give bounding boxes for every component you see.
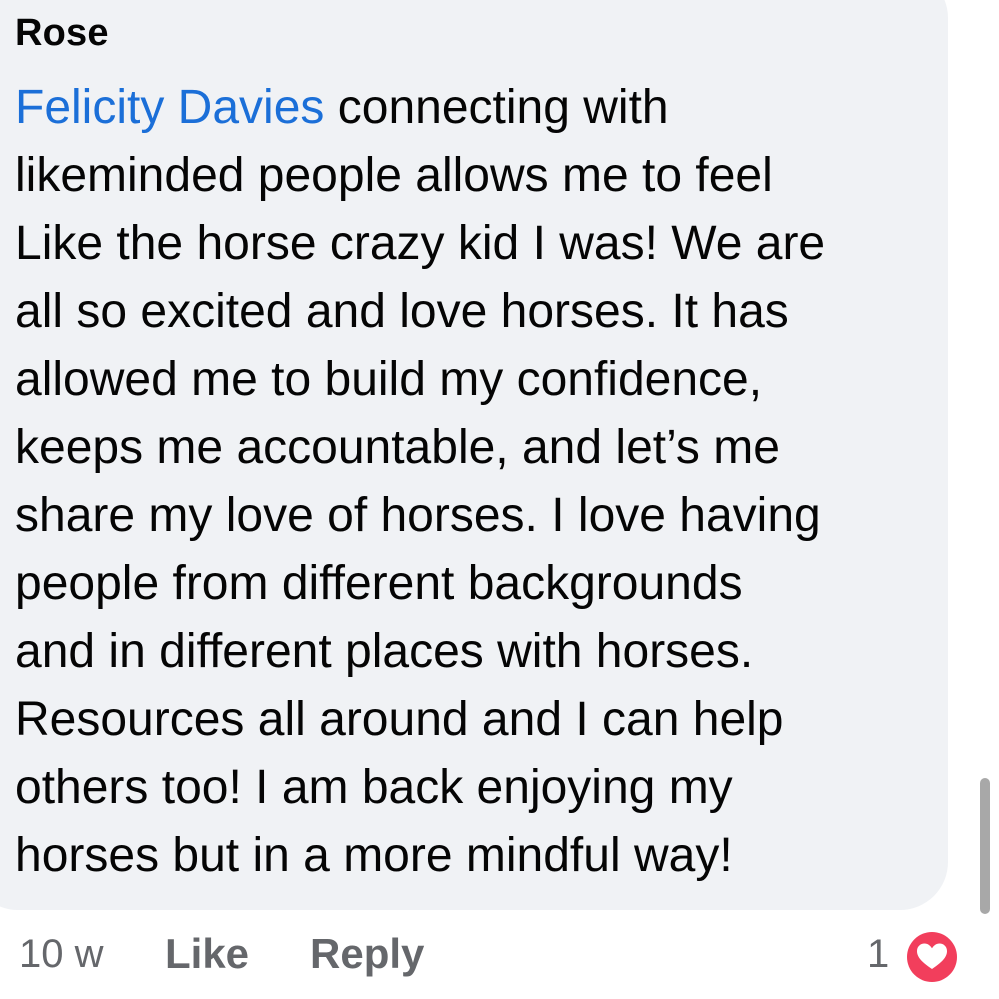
like-button[interactable]: Like	[165, 930, 249, 978]
comment-body: Felicity Davies connecting with likemind…	[15, 74, 935, 890]
comment-text-line: connecting with	[324, 81, 669, 134]
comment-text-line: likeminded people allows me to feel	[15, 149, 773, 202]
comment-timestamp[interactable]: 10 w	[19, 932, 104, 977]
comment-author[interactable]: Rose	[15, 12, 109, 55]
heart-icon[interactable]	[903, 928, 961, 986]
reaction-count[interactable]: 1	[867, 932, 889, 977]
reply-button[interactable]: Reply	[310, 930, 424, 978]
comment-actions-row: 10 w Like Reply 1	[0, 920, 999, 990]
comment-text-line: people from different backgrounds	[15, 557, 743, 610]
scrollbar-thumb[interactable]	[980, 778, 990, 914]
comment-screen: Rose Felicity Davies connecting with lik…	[0, 0, 999, 999]
comment-text-line: share my love of horses. I love having	[15, 489, 821, 542]
comment-text-line: and in different places with horses.	[15, 625, 754, 678]
comment-text-line: keeps me accountable, and let’s me	[15, 421, 780, 474]
mention-link[interactable]: Felicity Davies	[15, 81, 324, 134]
comment-text-line: allowed me to build my confidence,	[15, 353, 763, 406]
comment-text-line: horses but in a more mindful way!	[15, 829, 733, 882]
comment-text-line: all so excited and love horses. It has	[15, 285, 789, 338]
comment-text-line: others too! I am back enjoying my	[15, 761, 733, 814]
comment-text-line: Resources all around and I can help	[15, 693, 784, 746]
comment-text-line: Like the horse crazy kid I was! We are	[15, 217, 826, 270]
